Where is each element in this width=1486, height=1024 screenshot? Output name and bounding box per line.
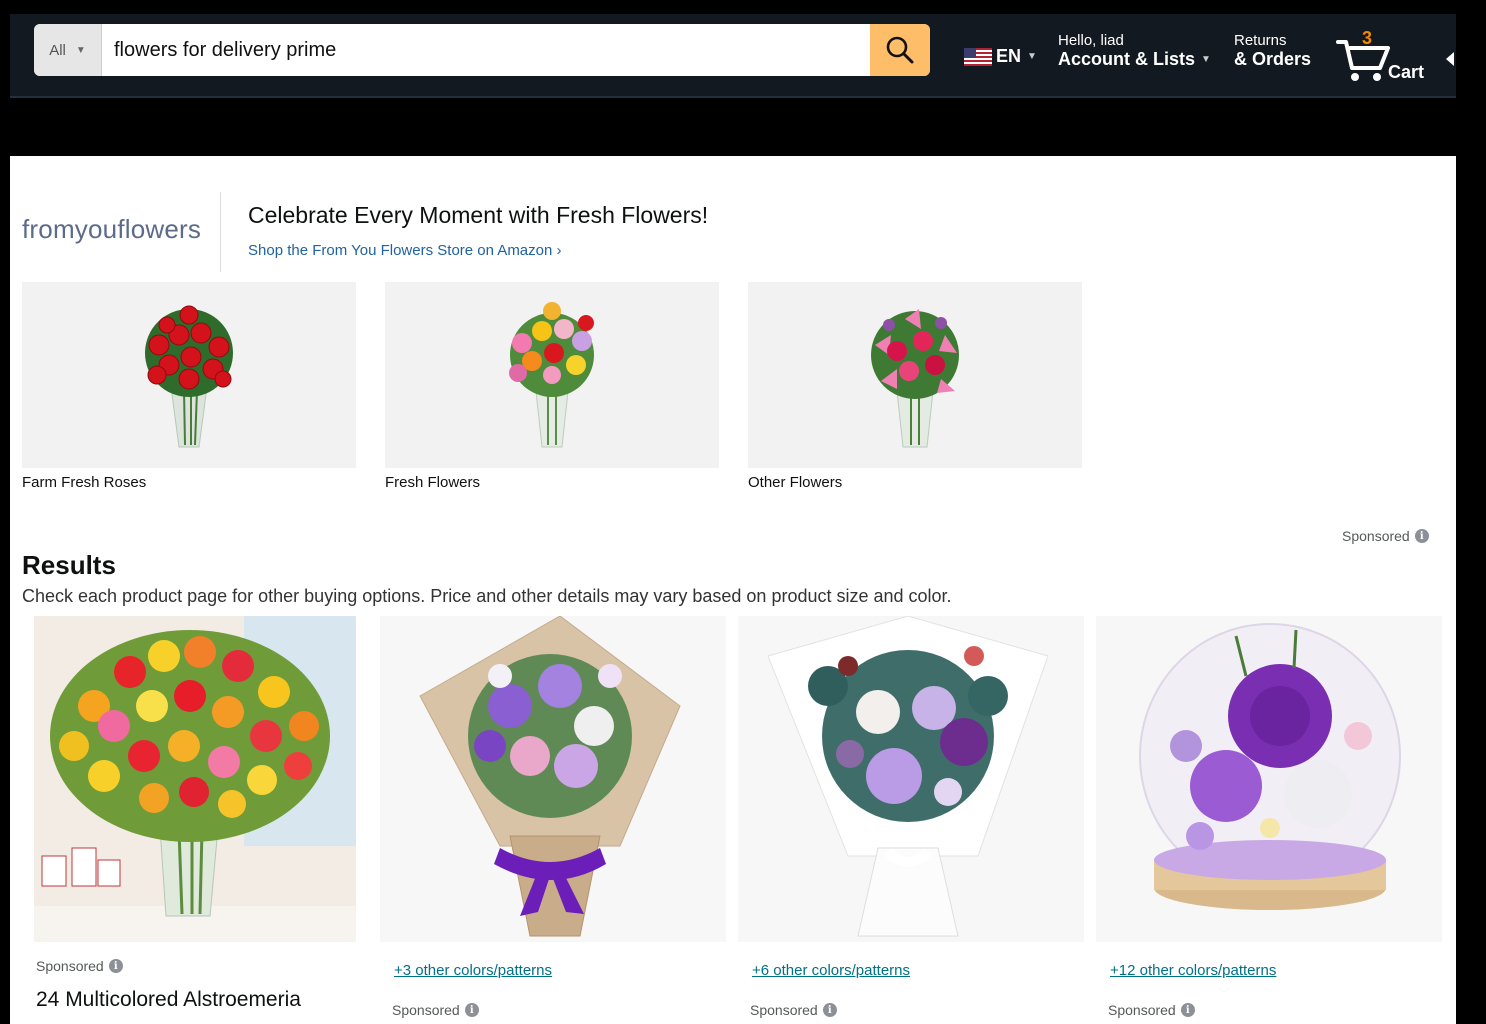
search-input[interactable]: [102, 24, 870, 76]
mixed-roses-bouquet-image: [509, 302, 594, 448]
cart-label: Cart: [1388, 62, 1425, 82]
preserved-roses-bouquet-image: [738, 616, 1084, 942]
language-label: EN: [996, 46, 1022, 66]
product-variants-link[interactable]: +6 other colors/patterns: [752, 962, 910, 979]
orders-label: & Orders: [1234, 49, 1312, 69]
category-label[interactable]: Other Flowers: [748, 474, 842, 491]
sponsored-label[interactable]: Sponsored i: [1108, 1002, 1195, 1018]
sponsored-label[interactable]: Sponsored i: [392, 1002, 479, 1018]
search-results-page: fromyouflowers Celebrate Every Moment wi…: [10, 156, 1456, 1024]
search-department-dropdown[interactable]: All ▼: [34, 24, 102, 76]
panel-arrow-icon: [1446, 52, 1454, 66]
cart-count-badge: 3: [1362, 28, 1373, 48]
info-icon: i: [822, 1003, 837, 1017]
chevron-down-icon: ▼: [75, 44, 86, 56]
brand-headline: Celebrate Every Moment with Fresh Flower…: [248, 202, 709, 228]
brand-logo[interactable]: fromyouflowers: [22, 214, 201, 245]
account-lists-label: Account & Lists: [1058, 49, 1196, 69]
product-card[interactable]: +3 other colors/patterns Sponsored i: [380, 616, 726, 1024]
results-subtitle: Check each product page for other buying…: [22, 586, 952, 606]
sponsored-text: Sponsored: [750, 1002, 818, 1018]
category-tile-farm-fresh-roses[interactable]: [22, 282, 356, 468]
product-image[interactable]: [380, 616, 726, 942]
sponsored-label[interactable]: Sponsored i: [1342, 528, 1429, 544]
product-card[interactable]: +12 other colors/patterns Sponsored i: [1096, 616, 1442, 1024]
top-nav-bar: All ▼ EN ▼ Hello, liad Account & Lists ▼: [10, 14, 1456, 98]
returns-orders-link[interactable]: Returns & Orders: [1234, 32, 1311, 70]
cart-button[interactable]: 3 Cart: [1336, 28, 1436, 88]
brand-store-link[interactable]: Shop the From You Flowers Store on Amazo…: [248, 242, 562, 259]
account-menu[interactable]: Hello, liad Account & Lists ▼: [1058, 32, 1211, 70]
sponsored-text: Sponsored: [1342, 528, 1410, 544]
sponsored-text: Sponsored: [392, 1002, 460, 1018]
chevron-down-icon: ▼: [1027, 51, 1037, 62]
search-bar: All ▼: [34, 24, 930, 76]
roses-glass-dome-image: [1096, 616, 1442, 942]
purple-bouquet-kraft-wrap-image: [380, 616, 726, 942]
sponsored-label[interactable]: Sponsored i: [750, 1002, 837, 1018]
category-tile-other-flowers[interactable]: [748, 282, 1082, 468]
category-tile-fresh-flowers[interactable]: [385, 282, 719, 468]
sponsored-text: Sponsored: [36, 958, 104, 974]
alstroemeria-bouquet-image: [34, 616, 356, 942]
info-icon: i: [1414, 529, 1429, 543]
product-title[interactable]: 24 Multicolored Alstroemeria: [36, 988, 301, 1012]
results-heading: Results: [22, 550, 116, 580]
product-image[interactable]: [34, 616, 356, 942]
category-label[interactable]: Farm Fresh Roses: [22, 474, 146, 491]
us-flag-icon: [964, 47, 992, 66]
account-greeting: Hello, liad: [1058, 32, 1124, 49]
product-variants-link[interactable]: +12 other colors/patterns: [1110, 962, 1276, 979]
sponsored-text: Sponsored: [1108, 1002, 1176, 1018]
returns-label: Returns: [1234, 32, 1287, 49]
product-variants-link[interactable]: +3 other colors/patterns: [394, 962, 552, 979]
red-roses-bouquet-image: [145, 305, 233, 448]
sponsored-label[interactable]: Sponsored i: [36, 958, 123, 974]
search-icon: [886, 36, 914, 64]
lilies-bouquet-image: [871, 309, 959, 448]
divider: [220, 192, 221, 272]
product-image[interactable]: [738, 616, 1084, 942]
product-card[interactable]: +6 other colors/patterns Sponsored i: [738, 616, 1084, 1024]
product-card[interactable]: Sponsored i 24 Multicolored Alstroemeria: [22, 616, 368, 1024]
language-selector[interactable]: EN ▼: [964, 46, 1037, 67]
info-icon: i: [1180, 1003, 1195, 1017]
search-department-label: All: [49, 41, 66, 59]
chevron-down-icon: ▼: [1201, 54, 1211, 65]
header-divider: [10, 96, 1456, 98]
search-button[interactable]: [870, 24, 930, 76]
product-image[interactable]: [1096, 616, 1442, 942]
info-icon: i: [108, 959, 123, 973]
info-icon: i: [464, 1003, 479, 1017]
category-label[interactable]: Fresh Flowers: [385, 474, 480, 491]
